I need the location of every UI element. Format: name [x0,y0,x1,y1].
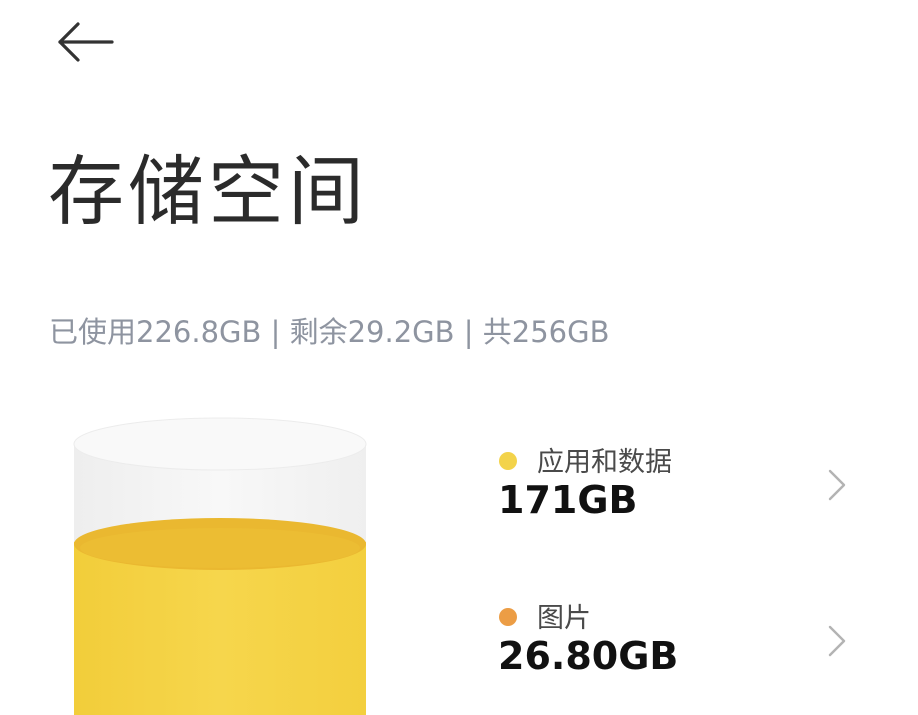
category-color-dot [499,452,517,470]
page-title: 存储空间 [48,147,368,236]
total-storage-text: 共256GB [482,315,610,349]
storage-usage-cylinder [70,416,370,715]
remaining-storage-text: 剩余29.2GB [289,315,455,349]
separator: | [270,315,281,349]
category-pictures[interactable]: 图片 26.80GB [496,596,856,715]
category-size: 26.80GB [498,634,679,678]
category-label: 应用和数据 [537,447,672,478]
category-size: 171GB [498,478,638,522]
separator: | [463,315,474,349]
arrow-left-icon [58,22,114,62]
category-label: 图片 [537,603,591,634]
back-button[interactable] [50,14,120,70]
chevron-right-icon [826,468,848,502]
storage-summary: 已使用226.8GB | 剩余29.2GB | 共256GB [49,309,610,351]
category-color-dot [499,608,517,626]
chevron-right-icon [826,624,848,658]
cylinder-top [73,417,367,471]
category-apps-and-data[interactable]: 应用和数据 171GB [496,440,856,560]
used-storage-text: 已使用226.8GB [49,315,262,349]
storage-page: 存储空间 已使用226.8GB | 剩余29.2GB | 共256GB 应用和数… [0,0,918,715]
